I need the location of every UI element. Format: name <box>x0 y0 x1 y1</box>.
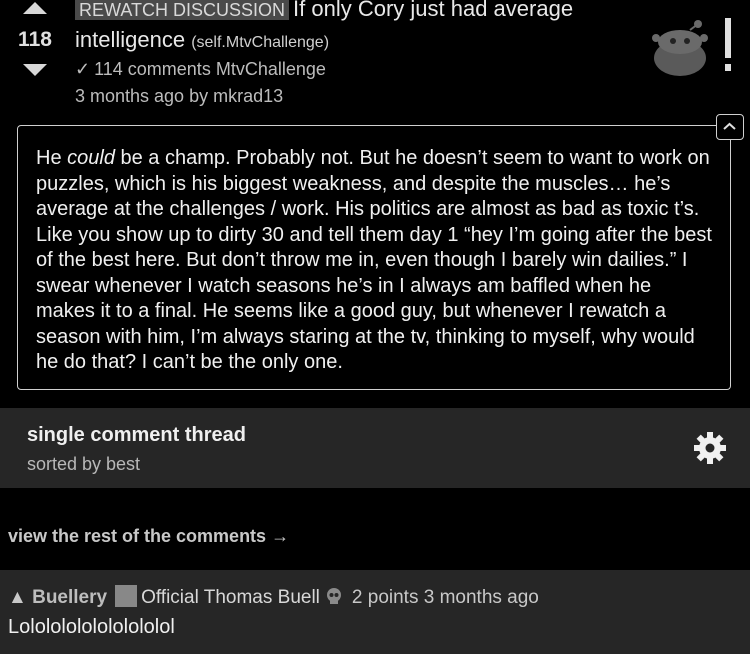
comment-points: 2 points <box>351 587 419 608</box>
post-meta: ✓ 114 comments MtvChallenge <box>75 59 635 80</box>
thread-bar: single comment thread sorted by best <box>0 408 750 488</box>
comment-flair: Official Thomas Buell <box>141 587 320 608</box>
collapse-selftext-button[interactable] <box>716 114 744 140</box>
comment: ▲ Buellery Official Thomas Buell 2 points … <box>0 570 750 654</box>
comment-body: Lolololololololololol <box>8 616 175 638</box>
upvote-arrow-icon[interactable] <box>23 2 47 14</box>
post-flair: REWATCH DISCUSSION <box>75 0 290 20</box>
post-selftext: He could be a champ. Probably not. But h… <box>17 125 731 390</box>
flair-avatar-icon <box>115 585 138 607</box>
post-title-block: REWATCH DISCUSSION If only Cory just had … <box>75 0 635 107</box>
post-title-line[interactable]: REWATCH DISCUSSION If only Cory just had … <box>75 0 635 57</box>
thread-sort[interactable]: sorted by best <box>27 454 140 475</box>
thread-title: single comment thread <box>27 424 246 446</box>
comments-link[interactable]: 114 comments <box>94 59 211 79</box>
comment-arrow-icon[interactable]: ▲ <box>8 587 27 608</box>
checkmark-icon: ✓ <box>75 59 91 79</box>
post: 118 REWATCH DISCUSSION If only Cory just … <box>0 0 750 410</box>
reddit-mascot-icon <box>652 18 731 76</box>
post-domain[interactable]: (self.MtvChallenge) <box>191 34 329 51</box>
chevron-up-icon <box>723 122 736 130</box>
comment-meta: ▲ Buellery Official Thomas Buell 2 points … <box>8 585 539 609</box>
downvote-arrow-icon[interactable] <box>23 64 47 76</box>
vote-column: 118 <box>10 0 60 76</box>
post-submitted: 3 months ago by mkrad13 <box>75 86 284 106</box>
post-score: 118 <box>18 28 52 51</box>
view-rest-link[interactable]: view the rest of the comments → <box>8 526 289 547</box>
gear-icon[interactable] <box>692 430 728 466</box>
comment-author[interactable]: Buellery <box>32 587 107 608</box>
subreddit-link[interactable]: MtvChallenge <box>216 59 326 79</box>
skull-icon <box>326 588 341 604</box>
comment-time: 3 months ago <box>423 587 539 608</box>
